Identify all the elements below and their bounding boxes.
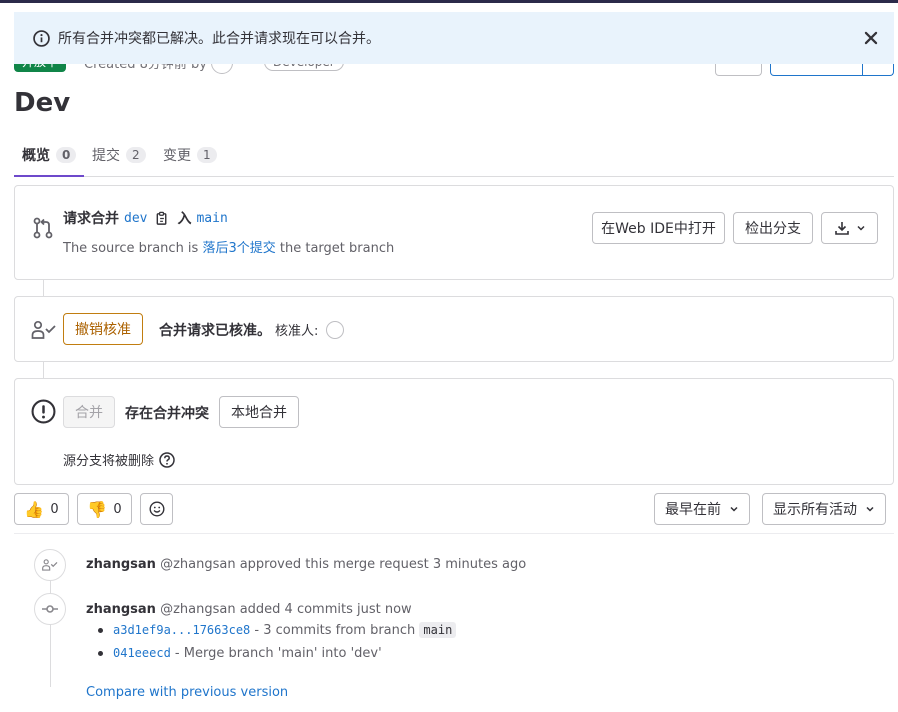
tab-commits-count: 2 (126, 146, 146, 163)
local-merge-button[interactable]: 本地合并 (219, 396, 299, 428)
download-dropdown[interactable] (821, 212, 878, 244)
conflict-text: 存在合并冲突 (125, 406, 209, 422)
activity-action: approved this merge request 3 minutes ag… (239, 557, 527, 572)
tab-overview-count: 0 (56, 146, 77, 163)
commit-list-item: 041eeecd - Merge branch 'main' into 'dev… (98, 646, 382, 661)
approval-event-badge (34, 549, 66, 581)
commit-branch-code: main (419, 622, 457, 638)
merge-button[interactable]: 合并 (63, 396, 115, 428)
download-icon (834, 222, 849, 235)
branch-status-before: The source branch is (63, 241, 199, 256)
approved-text: 合并请求已核准。 (159, 323, 271, 339)
widget-connector (43, 280, 44, 296)
commit-range-link[interactable]: a3d1ef9a...17663ce8 (113, 623, 250, 637)
tab-changes[interactable]: 变更 1 (163, 133, 217, 176)
target-branch-link[interactable]: main (196, 211, 227, 226)
compare-version-link[interactable]: Compare with previous version (86, 685, 288, 700)
page-title: Dev (14, 88, 71, 118)
merge-request-icon (33, 217, 53, 239)
request-prefix: 请求合并 (63, 211, 119, 227)
activity-filter-dropdown[interactable]: 显示所有活动 (762, 493, 886, 525)
merge-card: 合并 存在合并冲突 本地合并 源分支将被删除 (14, 378, 894, 485)
delete-source-text: 源分支将被删除 (63, 454, 155, 469)
activity-filter-label: 显示所有活动 (773, 502, 857, 518)
branch-line: 请求合并 dev 入 main (63, 208, 228, 228)
branch-status: The source branch is 落后3个提交 the target b… (63, 237, 394, 256)
commit-description: - 3 commits from branch (250, 623, 420, 638)
chevron-down-icon (730, 506, 738, 512)
tab-changes-label: 变更 (163, 147, 191, 164)
divider (14, 533, 894, 534)
approvers-label: 核准人: (275, 324, 319, 339)
tab-commits[interactable]: 提交 2 (92, 133, 146, 176)
copy-icon[interactable] (155, 211, 169, 226)
commit-icon (42, 605, 58, 613)
approval-icon (31, 320, 56, 339)
info-icon (33, 29, 50, 47)
branch-status-after: the target branch (279, 241, 395, 256)
smiley-icon (148, 501, 165, 517)
thumbs-up-button[interactable]: 👍 0 (14, 493, 69, 525)
alert-message: 所有合并冲突都已解决。此合并请求现在可以合并。 (58, 31, 380, 47)
commit-description: - Merge branch 'main' into 'dev' (170, 646, 382, 661)
tab-commits-label: 提交 (92, 147, 120, 164)
activity-handle[interactable]: @zhangsan (160, 602, 236, 617)
thumbs-up-icon: 👍 (24, 499, 45, 519)
commit-sha-link[interactable]: 041eeecd (113, 646, 171, 660)
commit-list-item: a3d1ef9a...17663ce8 - 3 commits from bra… (98, 622, 457, 638)
question-icon[interactable] (159, 451, 175, 468)
activity-item-approved: zhangsan @zhangsan approved this merge r… (86, 557, 526, 572)
branch-info-card: 请求合并 dev 入 main The source branch is 落后3… (14, 185, 894, 280)
approval-icon (42, 559, 58, 571)
mr-tabs: 概览 0 提交 2 变更 1 (13, 133, 894, 177)
revoke-approval-button[interactable]: 撤销核准 (63, 313, 143, 345)
timeline-line (50, 565, 51, 687)
tab-changes-count: 1 (197, 146, 217, 163)
add-reaction-button[interactable] (140, 493, 173, 525)
top-nav-bar (0, 0, 898, 3)
approval-card: 撤销核准 合并请求已核准。 核准人: (14, 296, 894, 362)
behind-commits-link[interactable]: 落后3个提交 (202, 241, 275, 256)
activity-handle[interactable]: @zhangsan (160, 557, 236, 572)
checkout-branch-button[interactable]: 检出分支 (733, 212, 813, 244)
chevron-down-icon (856, 225, 865, 231)
thumbs-down-count: 0 (113, 501, 122, 517)
tab-overview-label: 概览 (22, 147, 50, 164)
approver-avatar[interactable] (326, 321, 344, 339)
bullet (98, 628, 103, 633)
open-web-ide-button[interactable]: 在Web IDE中打开 (592, 212, 725, 244)
info-alert: 所有合并冲突都已解决。此合并请求现在可以合并。 (14, 12, 894, 64)
sort-dropdown-label: 最早在前 (665, 502, 721, 518)
thumbs-down-button[interactable]: 👎 0 (77, 493, 132, 525)
thumbs-up-count: 0 (50, 501, 59, 517)
thumbs-down-icon: 👎 (87, 499, 108, 519)
warning-circle-icon (31, 399, 56, 424)
activity-item-commits: zhangsan @zhangsan added 4 commits just … (86, 602, 412, 617)
tab-overview[interactable]: 概览 0 (13, 133, 85, 177)
source-branch-link[interactable]: dev (124, 211, 147, 226)
into-label: 入 (177, 211, 192, 227)
activity-user[interactable]: zhangsan (86, 602, 156, 617)
widget-connector (43, 362, 44, 378)
close-icon[interactable] (862, 29, 880, 47)
activity-user[interactable]: zhangsan (86, 557, 156, 572)
bullet (98, 651, 103, 656)
chevron-down-icon (866, 506, 874, 512)
delete-source-row: 源分支将被删除 (63, 450, 175, 469)
commit-event-badge (34, 593, 66, 625)
sort-dropdown[interactable]: 最早在前 (654, 493, 750, 525)
activity-action: added 4 commits just now (239, 602, 412, 617)
